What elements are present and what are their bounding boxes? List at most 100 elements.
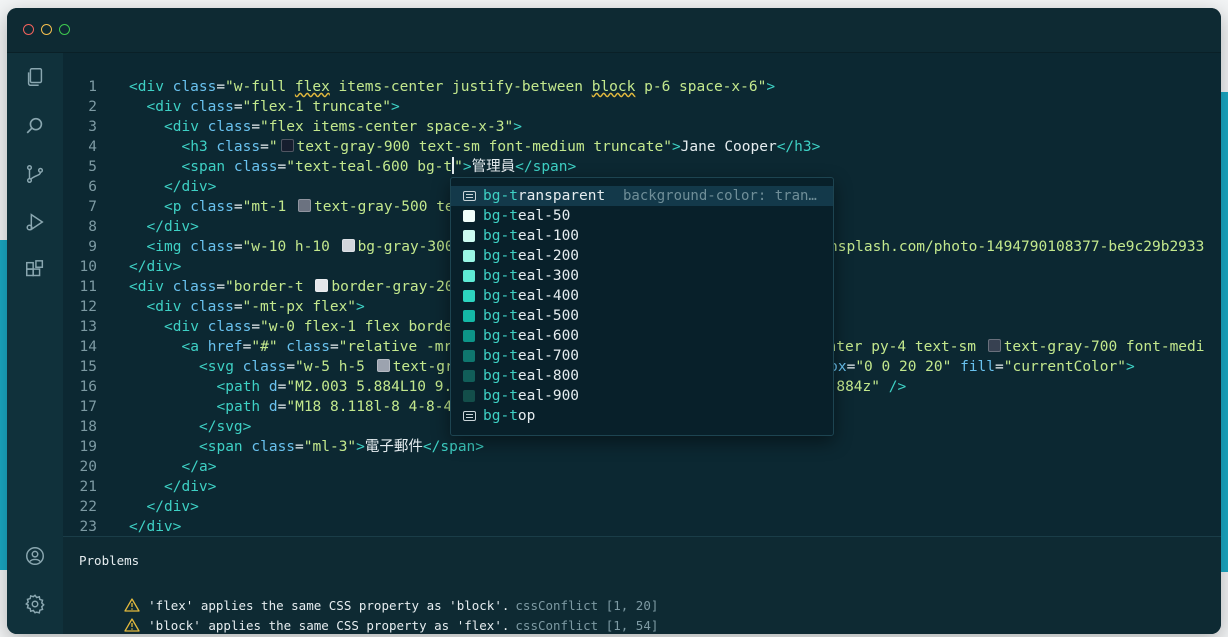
- line-number: 1: [88, 79, 97, 95]
- code-line[interactable]: 2 <div class="flex-1 truncate">: [63, 97, 399, 117]
- code-token: "flex items-center space-x-3": [260, 119, 514, 135]
- code-line[interactable]: 19 <span class="ml-3">電子郵件</span>: [63, 437, 484, 457]
- editor-window: 1 <div class="w-full flex items-center ju…: [7, 8, 1221, 634]
- suggestion-item[interactable]: bg-teal-400: [451, 286, 833, 306]
- suggestion-rest: eal-300: [517, 268, 580, 284]
- code-token: <img: [146, 239, 191, 255]
- problem-source: cssConflict [1, 54]: [515, 618, 659, 633]
- keyword-icon: [463, 411, 476, 421]
- suggestion-item[interactable]: bg-teal-50: [451, 206, 833, 226]
- code-line[interactable]: 1 <div class="w-full flex items-center ju…: [63, 77, 775, 97]
- color-swatch-icon: [463, 270, 475, 282]
- color-swatch: [280, 139, 294, 152]
- code-token: ": [268, 139, 278, 155]
- code-line[interactable]: 4 <h3 class=" text-gray-900 text-sm font-m…: [63, 137, 820, 157]
- code-line[interactable]: 6 </div>: [63, 177, 216, 197]
- code-line[interactable]: 22 </div>: [63, 497, 199, 517]
- suggestion-item[interactable]: bg-teal-900: [451, 386, 833, 406]
- code-line[interactable]: 23 </div>: [63, 517, 182, 536]
- problem-item[interactable]: 'block' applies the same CSS property as…: [79, 599, 658, 633]
- code-token: p-6 space-x-6": [635, 79, 767, 95]
- suggestion-item[interactable]: bg-teal-600: [451, 326, 833, 346]
- suggestion-rest: eal-200: [517, 248, 580, 264]
- autocomplete-suggestions: bg-transparent background-color: tran… bg-…: [450, 177, 834, 436]
- search-icon[interactable]: [24, 115, 46, 137]
- code-token: <div: [146, 99, 191, 115]
- suggestion-item[interactable]: bg-teal-700: [451, 346, 833, 366]
- code-token: =: [233, 239, 243, 255]
- code-text: <div class="w-0 flex-1 flex borde: [129, 319, 452, 335]
- problems-title: Problems: [79, 553, 140, 568]
- code-token: =: [286, 359, 296, 375]
- suggestion-item[interactable]: bg-teal-300: [451, 266, 833, 286]
- code-text: <span class="ml-3">電子郵件</span>: [129, 439, 484, 455]
- extensions-icon[interactable]: [24, 259, 46, 281]
- settings-gear-icon[interactable]: [24, 593, 46, 615]
- code-token: class: [207, 319, 252, 335]
- code-token: <span: [181, 159, 234, 175]
- code-line[interactable]: 12 <div class="-mt-px flex">: [63, 297, 365, 317]
- code-line[interactable]: 3 <div class="flex items-center space-x-3…: [63, 117, 522, 137]
- suggestion-label: bg-teal-600: [483, 326, 579, 346]
- code-line[interactable]: 11 <div class="border-t border-gray-200: [63, 277, 462, 297]
- suggestion-item[interactable]: bg-teal-100: [451, 226, 833, 246]
- code-text: </div>: [129, 259, 181, 275]
- code-token: >: [513, 119, 522, 135]
- code-token: class: [207, 119, 252, 135]
- code-line[interactable]: 17 <path d="M18 8.118l-8 4-8-4": [63, 397, 461, 417]
- line-number: 17: [79, 399, 97, 415]
- code-token: </svg>: [199, 419, 252, 435]
- code-token: </div>: [129, 519, 182, 535]
- run-debug-icon[interactable]: [24, 211, 46, 233]
- code-line[interactable]: 10 </div>: [63, 257, 182, 277]
- code-token: </a>: [181, 459, 217, 475]
- suggestion-label: bg-teal-800: [483, 366, 579, 386]
- code-line[interactable]: 8 </div>: [63, 217, 199, 237]
- line-number: 14: [79, 339, 97, 355]
- code-token: =: [233, 299, 243, 315]
- code-token: <a: [181, 339, 208, 355]
- problems-panel: Problems 'flex' applies the same CSS pro…: [63, 536, 1221, 634]
- line-number: 21: [79, 479, 97, 495]
- suggestion-label: bg-teal-100: [483, 226, 579, 246]
- code-line[interactable]: 18 </svg>: [63, 417, 252, 437]
- account-icon[interactable]: [24, 545, 46, 567]
- code-token: class: [190, 99, 234, 115]
- code-line[interactable]: 20 </a>: [63, 457, 217, 477]
- suggestion-item[interactable]: bg-teal-500: [451, 306, 833, 326]
- suggestion-item[interactable]: bg-teal-200: [451, 246, 833, 266]
- code-text: <div class="-mt-px flex">: [129, 299, 365, 315]
- code-token: <div: [164, 319, 208, 335]
- code-token: >: [766, 79, 776, 95]
- code-line[interactable]: 5 <span class="text-teal-600 bg-t ">管理員</s…: [63, 157, 576, 177]
- line-number: 19: [79, 439, 97, 455]
- color-swatch-icon: [463, 350, 475, 362]
- code-token: </div>: [146, 499, 199, 515]
- minimize-window-button[interactable]: [41, 24, 52, 35]
- code-token: />: [888, 379, 907, 395]
- suggestion-match: bg-t: [483, 368, 518, 384]
- code-token: "border-t: [225, 279, 313, 295]
- suggestion-detail: background-color: tran…: [623, 188, 817, 204]
- files-icon[interactable]: [24, 66, 46, 88]
- line-number: 4: [88, 139, 97, 155]
- problem-item[interactable]: 'flex' applies the same CSS property as …: [79, 579, 658, 613]
- suggestion-rest: op: [517, 408, 536, 424]
- code-token: ": [454, 159, 463, 175]
- suggestion-item[interactable]: bg-top: [451, 406, 833, 426]
- suggestion-item[interactable]: bg-teal-800: [451, 366, 833, 386]
- suggestion-item[interactable]: bg-transparent background-color: tran…: [451, 186, 833, 206]
- code-token: =: [216, 279, 226, 295]
- code-token: </span>: [422, 439, 485, 455]
- code-token: >: [462, 159, 472, 175]
- code-line[interactable]: 21 </div>: [63, 477, 217, 497]
- code-text: </div>: [129, 219, 199, 235]
- code-line[interactable]: 13 <div class="w-0 flex-1 flex borde: [63, 317, 453, 337]
- source-control-icon[interactable]: [24, 163, 46, 185]
- code-token: "#": [251, 339, 287, 355]
- code-token: <div: [146, 299, 191, 315]
- maximize-window-button[interactable]: [59, 24, 70, 35]
- close-window-button[interactable]: [23, 24, 34, 35]
- code-token: >: [356, 439, 365, 455]
- suggestion-rest: eal-700: [517, 348, 580, 364]
